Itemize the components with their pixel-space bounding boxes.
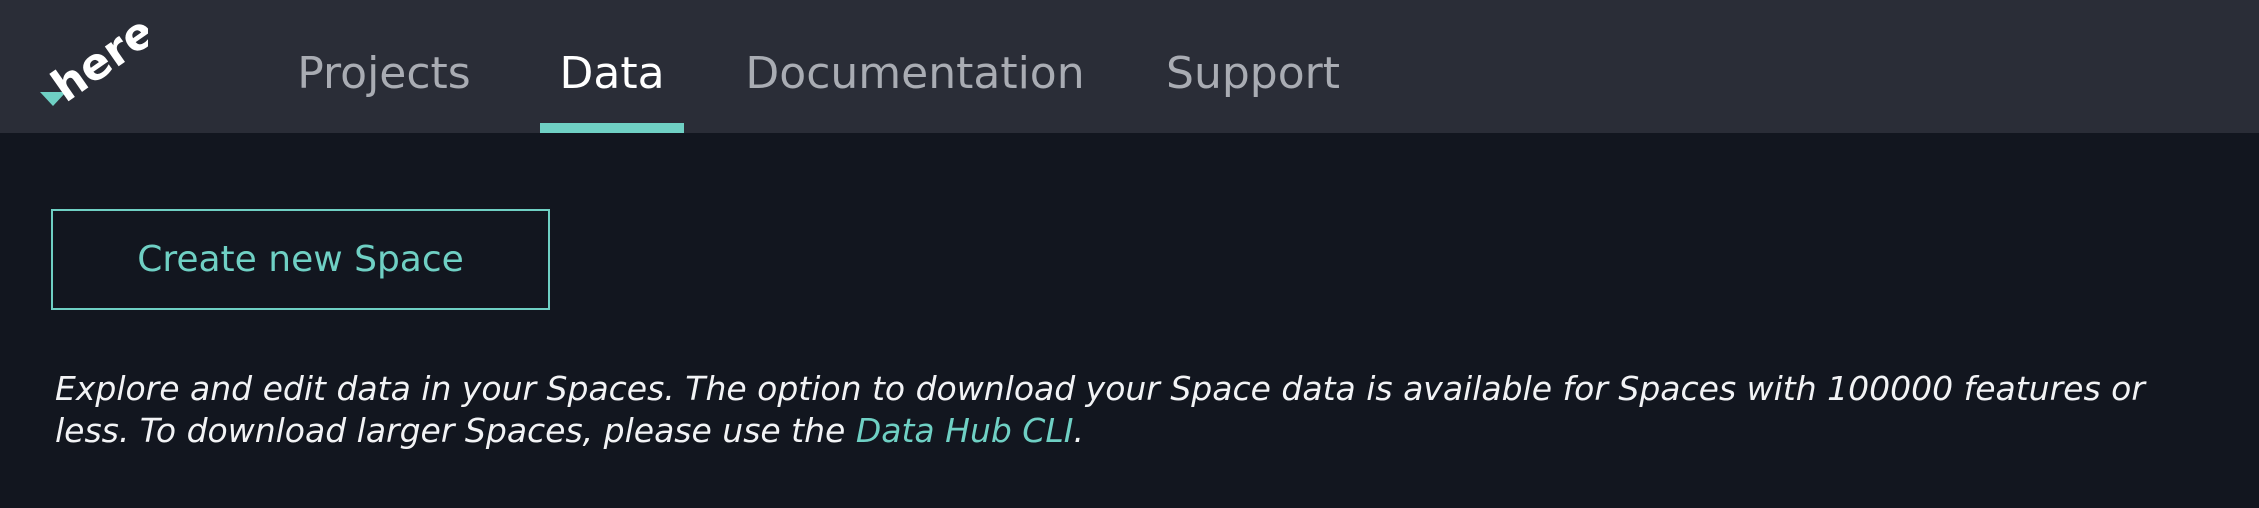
tab-data[interactable]: Data xyxy=(540,0,684,133)
here-logo[interactable]: here xyxy=(38,6,164,114)
description-text: Explore and edit data in your Spaces. Th… xyxy=(55,369,2145,450)
create-new-space-button[interactable]: Create new Space xyxy=(51,209,550,310)
data-hub-cli-link[interactable]: Data Hub CLI xyxy=(856,411,1074,450)
tab-support[interactable]: Support xyxy=(1166,0,1340,133)
top-navigation-bar: here Projects Data Documentation Support xyxy=(0,0,2259,133)
active-tab-indicator xyxy=(540,123,684,133)
here-logo-icon: here xyxy=(40,6,164,112)
tab-data-label: Data xyxy=(559,48,665,99)
tab-projects-label: Projects xyxy=(297,48,471,99)
create-new-space-label: Create new Space xyxy=(137,239,464,280)
tab-documentation-label: Documentation xyxy=(745,48,1085,99)
description-end: . xyxy=(1073,411,1084,450)
spaces-description: Explore and edit data in your Spaces. Th… xyxy=(55,368,2225,452)
tab-projects[interactable]: Projects xyxy=(297,0,471,133)
tab-documentation[interactable]: Documentation xyxy=(745,0,1084,133)
tab-support-label: Support xyxy=(1166,48,1340,99)
